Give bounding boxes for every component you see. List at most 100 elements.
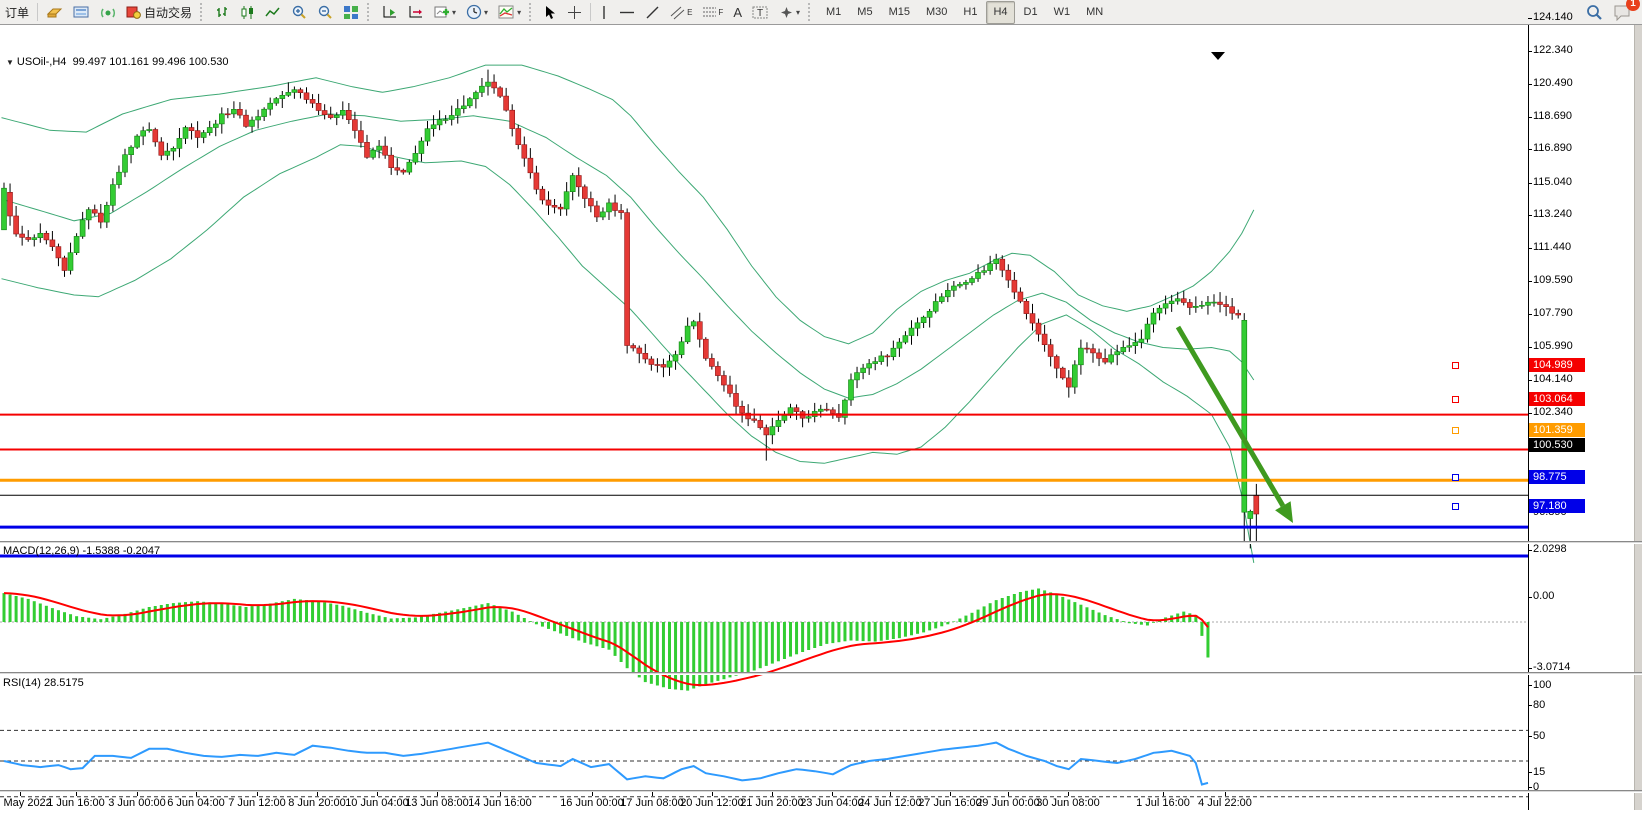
candle-body: [44, 233, 49, 240]
search-icon[interactable]: [1581, 1, 1607, 24]
symbol-dropdown-icon[interactable]: ▼: [6, 58, 14, 67]
price-tick-label: 116.890: [1533, 142, 1572, 154]
date-tick-label[interactable]: 21 Jun 20:00: [740, 797, 804, 809]
cursor-tool-icon[interactable]: [540, 1, 561, 24]
candle-body: [1097, 353, 1102, 358]
chart-shift-icon[interactable]: [404, 1, 428, 24]
zoom-out-icon[interactable]: [313, 1, 337, 24]
arrows-tool-icon[interactable]: ▾: [775, 1, 804, 24]
date-tick-label[interactable]: 30 Jun 08:00: [1036, 797, 1100, 809]
new-chart-button[interactable]: ▾: [430, 1, 460, 24]
text-tool-icon[interactable]: A: [729, 1, 746, 24]
price-line-label[interactable]: 97.180: [1529, 499, 1585, 513]
price-line-label[interactable]: 101.359: [1529, 423, 1585, 437]
date-tick-label[interactable]: 3 Jun 00:00: [108, 797, 166, 809]
date-tick-label[interactable]: 23 Jun 04:00: [800, 797, 864, 809]
line-drag-handle[interactable]: [1452, 396, 1459, 403]
candle-body: [189, 128, 194, 131]
candle-body: [903, 336, 908, 343]
horizontal-line-tool-icon[interactable]: [615, 1, 639, 24]
indicators-button[interactable]: ▾: [494, 1, 525, 24]
date-tick-label[interactable]: 6 Jun 04:00: [167, 797, 225, 809]
equidistant-channel-tool-icon[interactable]: E: [666, 1, 696, 24]
text-label-tool-icon[interactable]: T: [748, 1, 773, 24]
line-drag-handle[interactable]: [1452, 362, 1459, 369]
line-drag-handle[interactable]: [1452, 474, 1459, 481]
date-tick-label[interactable]: 8 Jun 20:00: [288, 797, 346, 809]
line-drag-handle[interactable]: [1452, 427, 1459, 434]
date-tick-label[interactable]: 17 Jun 08:00: [620, 797, 684, 809]
new-order-button[interactable]: 订单: [1, 1, 33, 24]
price-tick-mark: [1528, 281, 1532, 282]
chart-area[interactable]: ▼USOil-,H4 99.497 101.161 99.496 100.530…: [0, 25, 1642, 810]
vertical-line-tool-icon[interactable]: [595, 1, 613, 24]
candle-body: [764, 428, 769, 435]
price-line-label[interactable]: 100.530: [1529, 438, 1585, 452]
candle-body: [528, 158, 533, 173]
candle-body: [334, 115, 339, 117]
candle-body: [346, 110, 351, 119]
price-line-label[interactable]: 103.064: [1529, 392, 1585, 406]
candle-body: [201, 133, 206, 138]
price-line-label[interactable]: 104.989: [1529, 358, 1585, 372]
candle-body: [377, 146, 382, 150]
line-drag-handle[interactable]: [1452, 503, 1459, 510]
date-tick-label[interactable]: 27 Jun 16:00: [918, 797, 982, 809]
dropdown-caret-icon: ▾: [452, 8, 456, 17]
period-button[interactable]: ▾: [462, 1, 492, 24]
macd-panel-chart[interactable]: [0, 569, 1642, 695]
candle-body: [498, 88, 503, 96]
chart-shift-marker-icon[interactable]: [1211, 52, 1225, 60]
price-line-label[interactable]: 98.775: [1529, 470, 1585, 484]
date-tick-label[interactable]: 31 May 2022: [0, 797, 52, 809]
date-tick-label[interactable]: 7 Jun 12:00: [228, 797, 286, 809]
market-watch-icon[interactable]: [42, 1, 67, 24]
candlestick-chart-icon[interactable]: [236, 1, 259, 24]
date-tick-label[interactable]: 24 Jun 12:00: [858, 797, 922, 809]
price-tick-mark: [1528, 248, 1532, 249]
date-tick-label[interactable]: 10 Jun 04:00: [345, 797, 409, 809]
trendline-tool-icon[interactable]: [641, 1, 664, 24]
date-tick-label[interactable]: 29 Jun 00:00: [976, 797, 1040, 809]
main-price-chart[interactable]: [0, 50, 1642, 568]
panel-separator[interactable]: [0, 790, 1642, 793]
notifications-button[interactable]: 1: [1609, 1, 1636, 24]
date-tick-label[interactable]: 20 Jun 12:00: [680, 797, 744, 809]
candle-body: [1157, 308, 1162, 313]
bar-chart-icon[interactable]: [211, 1, 234, 24]
auto-trading-button[interactable]: 自动交易: [122, 1, 196, 24]
depth-of-market-icon[interactable]: [69, 1, 94, 24]
candle-body: [1248, 511, 1253, 518]
timeframe-button-d1[interactable]: D1: [1017, 1, 1045, 24]
date-tick-label[interactable]: 1 Jun 16:00: [47, 797, 105, 809]
zoom-in-icon[interactable]: [287, 1, 311, 24]
tile-windows-icon[interactable]: [339, 1, 363, 24]
date-tick-label[interactable]: 14 Jun 16:00: [468, 797, 532, 809]
timeframe-button-w1[interactable]: W1: [1047, 1, 1078, 24]
timeframe-button-m30[interactable]: M30: [919, 1, 954, 24]
candle-body: [135, 136, 140, 147]
signals-icon[interactable]: [96, 1, 120, 24]
timeframe-button-h1[interactable]: H1: [956, 1, 984, 24]
macd-tick-mark: [1528, 668, 1532, 669]
timeframe-button-mn[interactable]: MN: [1079, 1, 1110, 24]
candle-body: [685, 326, 690, 342]
panel-separator[interactable]: [0, 672, 1642, 675]
auto-trading-icon: [126, 5, 141, 19]
date-tick-label[interactable]: 1 Jul 16:00: [1136, 797, 1190, 809]
timeframe-button-m1[interactable]: M1: [819, 1, 848, 24]
timeframe-button-m5[interactable]: M5: [850, 1, 879, 24]
timeframe-button-m15[interactable]: M15: [882, 1, 917, 24]
auto-scroll-icon[interactable]: [378, 1, 402, 24]
rsi-tick-mark: [1528, 705, 1532, 706]
line-chart-icon[interactable]: [261, 1, 285, 24]
panel-separator[interactable]: [0, 541, 1642, 544]
date-tick-label[interactable]: 4 Jul 22:00: [1198, 797, 1252, 809]
candle-body: [1181, 299, 1186, 303]
date-tick-label[interactable]: 16 Jun 00:00: [560, 797, 624, 809]
crosshair-tool-icon[interactable]: [563, 1, 586, 24]
candle-body: [56, 247, 61, 258]
date-tick-label[interactable]: 13 Jun 08:00: [405, 797, 469, 809]
fibonacci-tool-icon[interactable]: F: [698, 1, 727, 24]
timeframe-button-h4[interactable]: H4: [986, 1, 1014, 24]
